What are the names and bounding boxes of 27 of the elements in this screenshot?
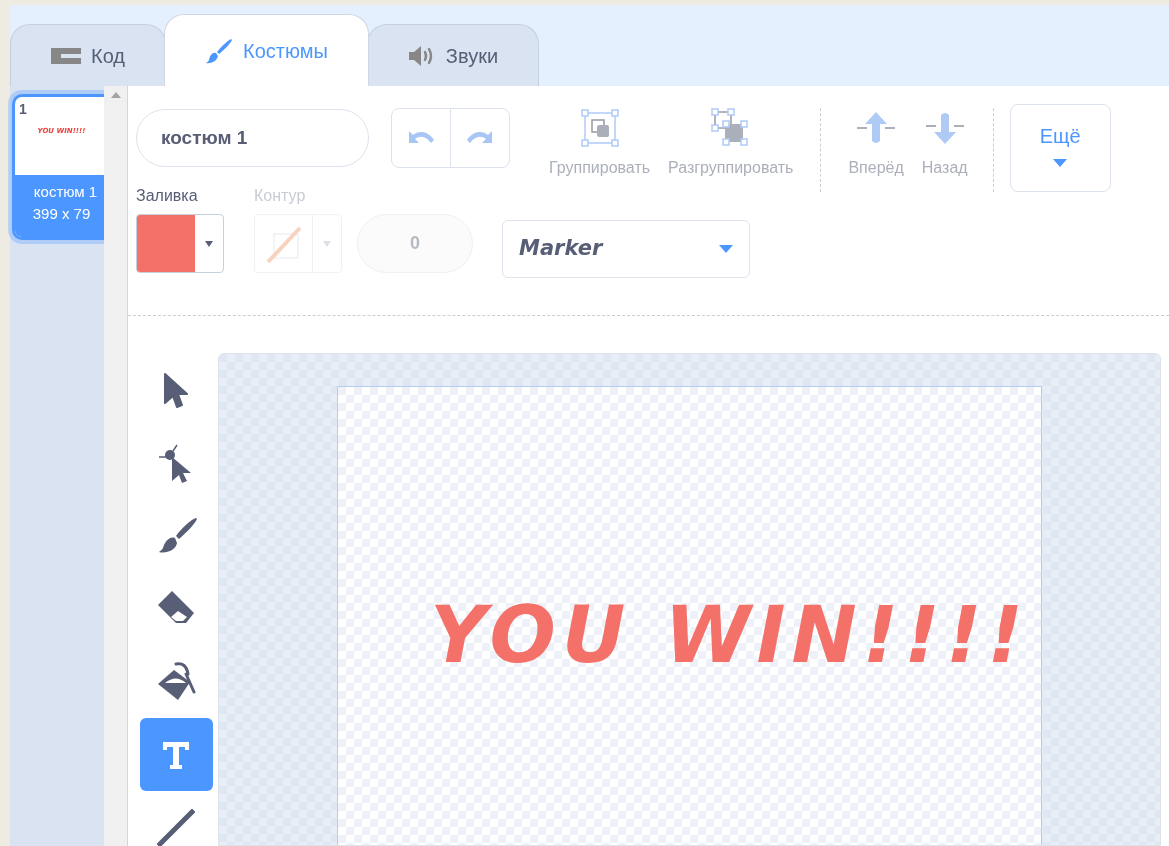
caret-icon <box>323 240 331 247</box>
tab[interactable]: Костюмы <box>164 14 369 86</box>
reshape-cursor-icon <box>159 442 193 483</box>
line-icon <box>157 808 195 846</box>
costume-name: костюм 1 <box>32 182 98 202</box>
arrow-up-icon <box>857 112 896 144</box>
tab[interactable]: Звуки <box>366 24 540 86</box>
costume-text: YOU WIN!!!! <box>429 589 1030 682</box>
brush-icon <box>205 36 233 65</box>
group-icon <box>580 109 619 147</box>
costume-name-field[interactable]: костюм 1 <box>136 109 369 167</box>
fill-label: Заливка <box>136 186 199 206</box>
ungroup-icon <box>710 108 751 148</box>
caret-icon <box>1053 159 1068 167</box>
tool-button[interactable] <box>139 718 213 791</box>
caret-icon <box>719 245 733 253</box>
tab[interactable]: Код <box>10 24 166 86</box>
fill-color-picker[interactable] <box>136 214 224 273</box>
blocks-icon <box>51 45 81 66</box>
more-button[interactable]: Ещё <box>1009 104 1111 192</box>
costume-size: 399 x 79 <box>31 204 91 224</box>
costume-number: 1 <box>19 100 27 119</box>
paint-bucket-icon <box>156 661 196 702</box>
arrow-cursor-icon <box>163 371 189 408</box>
arrow-down-icon <box>925 112 964 144</box>
caret-icon <box>205 240 213 247</box>
font-dropdown[interactable]: Marker <box>502 220 750 278</box>
